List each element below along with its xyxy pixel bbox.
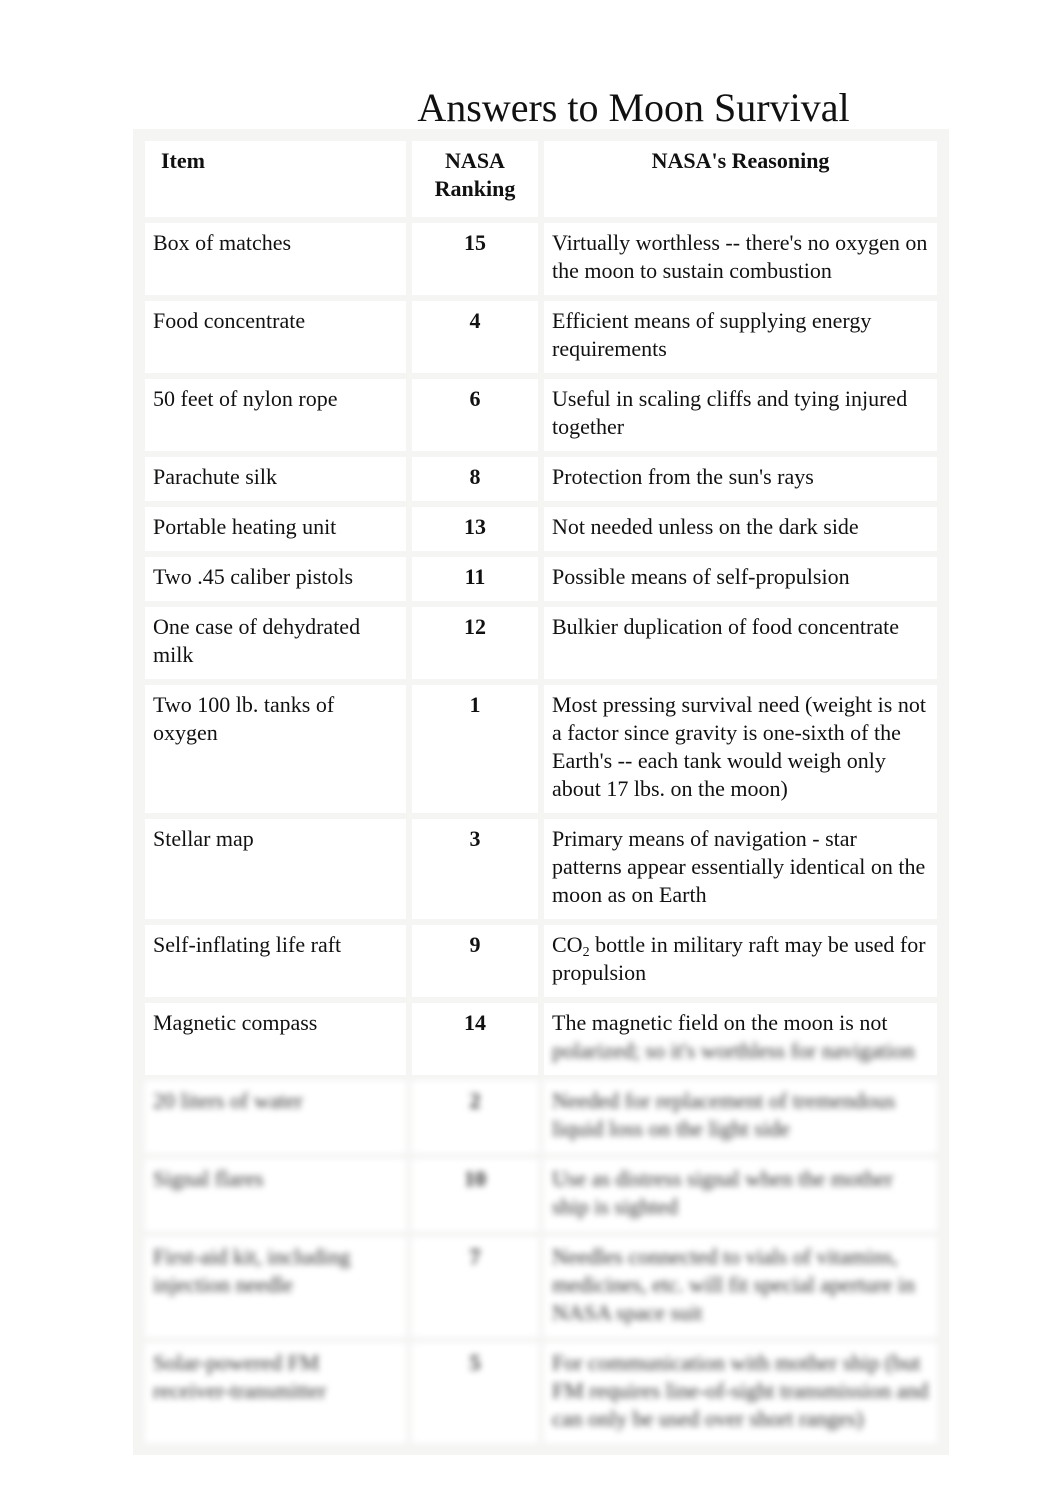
- table-row: 50 feet of nylon rope 6 Useful in scalin…: [145, 379, 937, 451]
- page-title: Answers to Moon Survival: [417, 85, 850, 130]
- item-cell: Two .45 caliber pistols: [145, 557, 406, 601]
- item-cell: Magnetic compass: [145, 1003, 406, 1075]
- item-cell: 20 liters of water: [145, 1081, 406, 1153]
- item-cell: Stellar map: [145, 819, 406, 919]
- item-cell: Two 100 lb. tanks of oxygen: [145, 685, 406, 813]
- rank-cell: 11: [412, 557, 538, 601]
- header-reasoning: NASA's Reasoning: [544, 141, 937, 217]
- rank-cell: 13: [412, 507, 538, 551]
- table-row: Box of matches 15 Virtually worthless --…: [145, 223, 937, 295]
- reason-cell: Most pressing survival need (weight is n…: [544, 685, 937, 813]
- table-row: Food concentrate 4 Efficient means of su…: [145, 301, 937, 373]
- header-ranking: NASA Ranking: [412, 141, 538, 217]
- item-cell: Signal flares: [145, 1159, 406, 1231]
- table-row: Two .45 caliber pistols 11 Possible mean…: [145, 557, 937, 601]
- item-cell: Parachute silk: [145, 457, 406, 501]
- reason-cell: Needles connected to vials of vitamins, …: [544, 1237, 937, 1337]
- table-header-row: Item NASA Ranking NASA's Reasoning: [145, 141, 937, 217]
- rank-cell: 12: [412, 607, 538, 679]
- reason-cell: Protection from the sun's rays: [544, 457, 937, 501]
- reason-prefix: CO: [552, 932, 583, 957]
- rank-cell: 8: [412, 457, 538, 501]
- table-row: Self-inflating life raft 9 CO2 bottle in…: [145, 925, 937, 997]
- table-row: One case of dehydrated milk 12 Bulkier d…: [145, 607, 937, 679]
- reason-cell: Useful in scaling cliffs and tying injur…: [544, 379, 937, 451]
- blurred-table-row: 20 liters of water 2 Needed for replacem…: [145, 1081, 937, 1153]
- rank-cell: 6: [412, 379, 538, 451]
- reason-cell: CO2 bottle in military raft may be used …: [544, 925, 937, 997]
- blurred-table-row: Solar-powered FM receiver-transmitter 5 …: [145, 1343, 937, 1443]
- answers-table: Item NASA Ranking NASA's Reasoning Box o…: [133, 129, 949, 1455]
- rank-cell: 4: [412, 301, 538, 373]
- item-cell: One case of dehydrated milk: [145, 607, 406, 679]
- reason-text: bottle in military raft may be used for …: [552, 932, 926, 985]
- rank-cell: 7: [412, 1237, 538, 1337]
- table-row: Portable heating unit 13 Not needed unle…: [145, 507, 937, 551]
- reason-cell: Efficient means of supplying energy requ…: [544, 301, 937, 373]
- reason-blurred-text: polarized; so it's worthless for navigat…: [552, 1038, 915, 1063]
- table-row: Stellar map 3 Primary means of navigatio…: [145, 819, 937, 919]
- reason-cell: The magnetic field on the moon is not pol…: [544, 1003, 937, 1075]
- item-cell: Box of matches: [145, 223, 406, 295]
- table-row: Two 100 lb. tanks of oxygen 1 Most press…: [145, 685, 937, 813]
- reason-cell: Bulkier duplication of food concentrate: [544, 607, 937, 679]
- table-row: Parachute silk 8 Protection from the sun…: [145, 457, 937, 501]
- item-cell: First-aid kit, including injection needl…: [145, 1237, 406, 1337]
- item-cell: Self-inflating life raft: [145, 925, 406, 997]
- reason-cell: Primary means of navigation - star patte…: [544, 819, 937, 919]
- reason-cell: Possible means of self-propulsion: [544, 557, 937, 601]
- reason-cell: For communication with mother ship (but …: [544, 1343, 937, 1443]
- rank-cell: 3: [412, 819, 538, 919]
- reason-cell: Virtually worthless -- there's no oxygen…: [544, 223, 937, 295]
- header-item: Item: [145, 141, 406, 217]
- reason-cell: Not needed unless on the dark side: [544, 507, 937, 551]
- rank-cell: 2: [412, 1081, 538, 1153]
- reason-cell: Needed for replacement of tremendous liq…: [544, 1081, 937, 1153]
- reason-text: The magnetic field on the moon is not: [552, 1010, 888, 1035]
- blurred-table-row: Signal flares 10 Use as distress signal …: [145, 1159, 937, 1231]
- rank-cell: 14: [412, 1003, 538, 1075]
- reason-subscript: 2: [582, 945, 590, 960]
- item-cell: Solar-powered FM receiver-transmitter: [145, 1343, 406, 1443]
- table-row: Magnetic compass 14 The magnetic field o…: [145, 1003, 937, 1075]
- item-cell: 50 feet of nylon rope: [145, 379, 406, 451]
- item-cell: Portable heating unit: [145, 507, 406, 551]
- item-cell: Food concentrate: [145, 301, 406, 373]
- reason-cell: Use as distress signal when the mother s…: [544, 1159, 937, 1231]
- rank-cell: 1: [412, 685, 538, 813]
- rank-cell: 15: [412, 223, 538, 295]
- rank-cell: 10: [412, 1159, 538, 1231]
- blurred-table-row: First-aid kit, including injection needl…: [145, 1237, 937, 1337]
- rank-cell: 9: [412, 925, 538, 997]
- rank-cell: 5: [412, 1343, 538, 1443]
